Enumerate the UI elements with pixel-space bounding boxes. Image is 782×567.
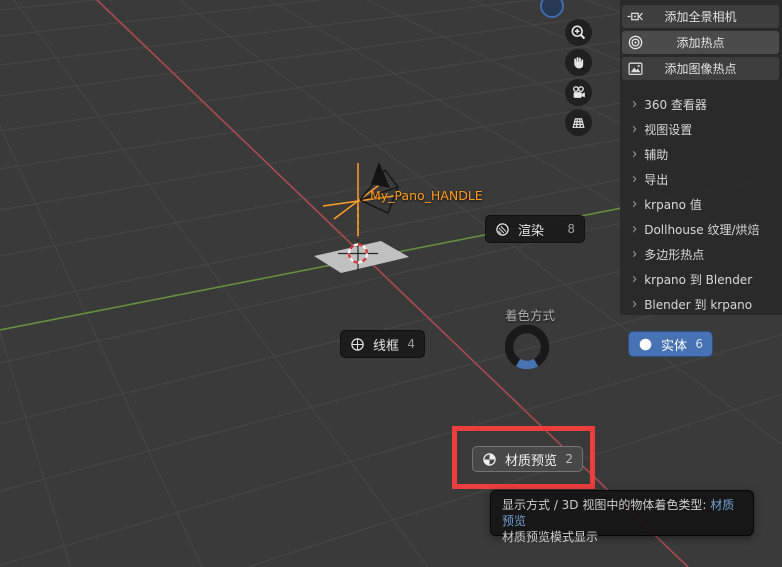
pie-menu-title: 着色方式 <box>504 308 555 323</box>
pie-item-render[interactable]: 渲染 8 <box>485 215 585 243</box>
pie-center-indicator <box>504 324 550 370</box>
chevron-right-icon: › <box>632 120 638 139</box>
hotspot-icon <box>628 35 643 50</box>
toggle-ortho-button[interactable] <box>565 109 592 136</box>
wireframe-sphere-icon <box>351 337 364 351</box>
pie-direction-arc <box>515 358 539 370</box>
add-image-hotspot-button[interactable]: 添加图像热点 <box>622 57 779 80</box>
sidebar-section-blender-to-krpano[interactable]: › Blender 到 krpano <box>622 292 779 317</box>
annotation-highlight-box <box>452 426 595 489</box>
sidebar-section-assist[interactable]: › 辅助 <box>622 142 779 167</box>
pie-item-hotkey: 6 <box>695 337 703 351</box>
pan-hand-icon <box>574 57 584 69</box>
section-label: 视图设置 <box>644 123 693 137</box>
image-hotspot-icon <box>628 62 643 75</box>
button-label: 添加全景相机 <box>664 10 737 24</box>
sidebar-section-dollhouse-bake[interactable]: › Dollhouse 纹理/烘焙 <box>622 217 779 242</box>
chevron-right-icon: › <box>632 170 638 189</box>
sidebar-section-360-viewer[interactable]: › 360 查看器 <box>622 92 779 117</box>
add-hotspot-button[interactable]: 添加热点 <box>622 31 779 54</box>
pan-button[interactable] <box>565 49 592 76</box>
chevron-right-icon: › <box>632 245 638 264</box>
section-label: 360 查看器 <box>644 98 707 112</box>
section-label: 导出 <box>644 173 669 187</box>
section-label: Blender 到 krpano <box>644 298 753 312</box>
pie-item-label: 实体 <box>661 338 688 354</box>
camera-view-button[interactable] <box>565 79 592 106</box>
zoom-icon <box>571 25 586 40</box>
chevron-right-icon: › <box>632 220 638 239</box>
sidebar-section-polygon-hotspot[interactable]: › 多边形热点 <box>622 242 779 267</box>
panorama-camera-icon <box>627 12 643 21</box>
section-label: 辅助 <box>644 148 669 162</box>
chevron-right-icon: › <box>632 145 638 164</box>
pie-item-label: 渲染 <box>518 223 545 239</box>
pie-item-wireframe[interactable]: 线框 4 <box>340 330 425 358</box>
grid-ortho-icon <box>572 118 585 128</box>
tooltip-line2: 材质预览模式显示 <box>502 530 599 544</box>
render-sphere-icon <box>496 222 509 236</box>
section-label: Dollhouse 纹理/烘焙 <box>644 223 760 237</box>
chevron-right-icon: › <box>632 95 638 114</box>
button-label: 添加图像热点 <box>664 62 737 76</box>
zoom-button[interactable] <box>565 19 592 46</box>
chevron-right-icon: › <box>632 295 638 314</box>
pie-item-hotkey: 4 <box>407 337 415 351</box>
section-label: 多边形热点 <box>644 248 705 262</box>
sidebar-panel: 添加全景相机 添加热点 添加图像热点 › 360 查看器 › 视图设置 › 辅助… <box>620 0 782 315</box>
button-label: 添加热点 <box>676 36 725 50</box>
add-panorama-camera-button[interactable]: 添加全景相机 <box>622 5 779 28</box>
pie-item-solid[interactable]: 实体 6 <box>628 331 713 357</box>
x-axis-line <box>96 0 689 567</box>
section-label: krpano 到 Blender <box>644 273 753 287</box>
tooltip-line1: 显示方式 / 3D 视图中的物体着色类型: 材质预览 <box>502 498 735 528</box>
chevron-right-icon: › <box>632 270 638 289</box>
blender-3d-viewport[interactable]: My_Pano_HANDLE 着色方式 渲染 8 线框 4 实体 6 材质预览 … <box>0 0 782 567</box>
section-label: krpano 值 <box>644 198 702 212</box>
solid-sphere-icon <box>639 338 652 350</box>
sidebar-section-krpano-to-blender[interactable]: › krpano 到 Blender <box>622 267 779 292</box>
tooltip: 显示方式 / 3D 视图中的物体着色类型: 材质预览 材质预览模式显示 <box>490 490 754 544</box>
sidebar-section-export[interactable]: › 导出 <box>622 167 779 192</box>
camera-view-icon <box>573 86 585 98</box>
pie-item-label: 线框 <box>373 338 400 354</box>
sidebar-section-view-settings[interactable]: › 视图设置 <box>622 117 779 142</box>
sidebar-section-krpano-values[interactable]: › krpano 值 <box>622 192 779 217</box>
pie-item-hotkey: 8 <box>567 222 575 236</box>
object-label[interactable]: My_Pano_HANDLE <box>370 188 483 203</box>
chevron-right-icon: › <box>632 195 638 214</box>
